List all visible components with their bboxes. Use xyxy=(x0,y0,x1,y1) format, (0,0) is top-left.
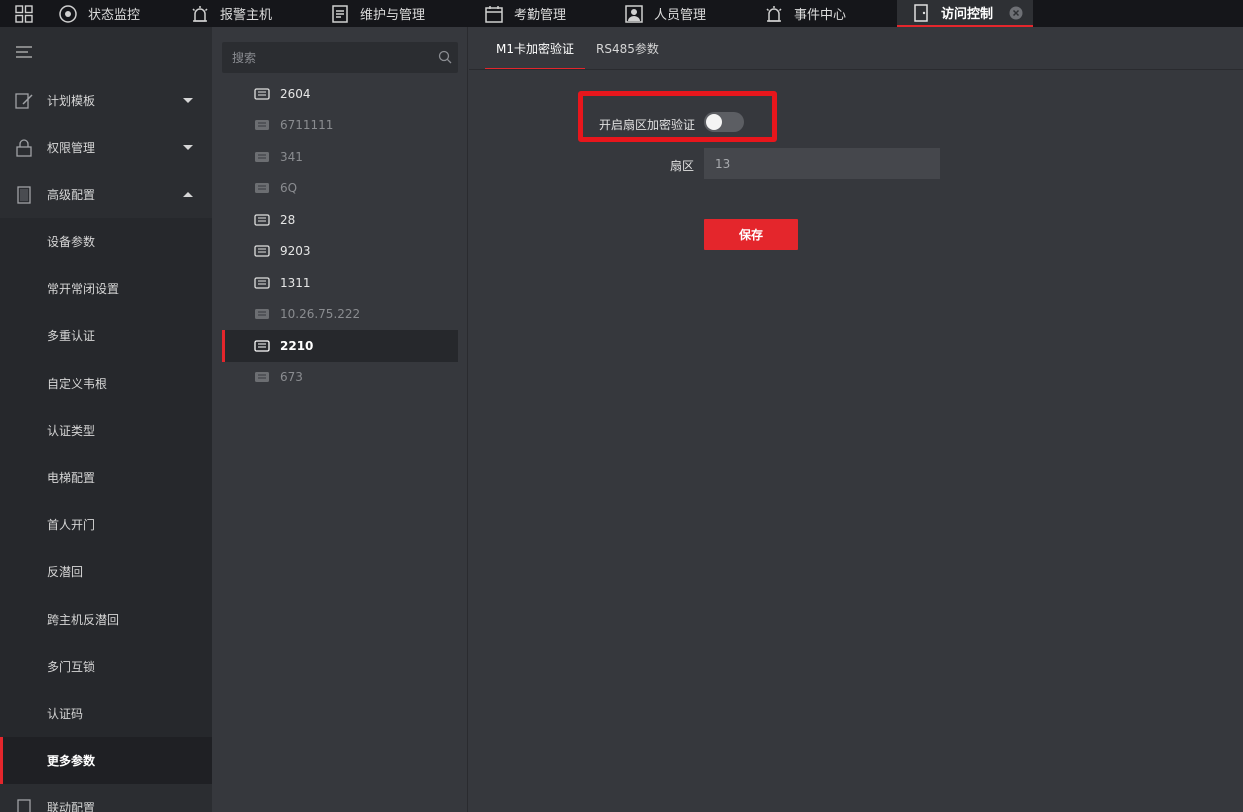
tab-label: 报警主机 xyxy=(220,8,273,23)
device-offline-icon xyxy=(254,151,270,163)
device-name: 28 xyxy=(280,212,296,227)
tab-label: 事件中心 xyxy=(794,8,847,23)
device-online-icon xyxy=(254,245,270,257)
tab-attendance[interactable]: 考勤管理 xyxy=(474,0,614,27)
tab-rs485-params[interactable]: RS485参数 xyxy=(585,27,670,70)
toggle-knob xyxy=(706,114,722,130)
sidebar-group-label: 联动配置 xyxy=(47,801,96,812)
sidebar-group-linkage-config[interactable]: 联动配置 xyxy=(0,784,212,812)
device-name: 2210 xyxy=(280,338,314,353)
tab-divider xyxy=(469,69,1243,70)
sidebar-item-more-params[interactable]: 更多参数 xyxy=(0,737,212,785)
device-item[interactable]: 341 xyxy=(222,141,458,173)
device-name: 6Q xyxy=(280,181,298,196)
edit-icon xyxy=(15,92,33,110)
device-item[interactable]: 6Q xyxy=(222,173,458,205)
device-offline-icon xyxy=(254,371,270,383)
tab-maintenance[interactable]: 维护与管理 xyxy=(320,0,474,27)
tab-label: 访问控制 xyxy=(941,7,994,22)
sidebar-item-multi-door-interlock[interactable]: 多门互锁 xyxy=(0,642,212,690)
tab-personnel[interactable]: 人员管理 xyxy=(614,0,754,27)
sector-input[interactable]: 13 xyxy=(704,148,940,179)
device-item[interactable]: 6711111 xyxy=(222,110,458,142)
device-name: 1311 xyxy=(280,275,311,290)
tab-access-control[interactable]: 访问控制 xyxy=(897,0,1033,27)
device-item-selected[interactable]: 2210 xyxy=(222,330,458,362)
device-name: 10.26.75.222 xyxy=(280,307,361,322)
top-navigation-bar: 状态监控 报警主机 维护与管理 考勤管理 人员管理 事件中心 访问控制 xyxy=(0,0,1243,27)
sidebar-item-normally-open-close[interactable]: 常开常闭设置 xyxy=(0,265,212,313)
sidebar-item-auth-code[interactable]: 认证码 xyxy=(0,689,212,738)
tab-alarm-host[interactable]: 报警主机 xyxy=(180,0,320,27)
search-icon[interactable] xyxy=(438,50,452,64)
device-name: 9203 xyxy=(280,244,311,259)
device-online-icon xyxy=(254,214,270,226)
device-item[interactable]: 10.26.75.222 xyxy=(222,299,458,331)
device-list-panel: 搜索 2604 6711111 341 6Q 28 9203 1311 10.2… xyxy=(212,27,468,812)
device-online-icon xyxy=(254,340,270,352)
alarm-icon xyxy=(190,4,210,24)
door-icon xyxy=(911,3,931,23)
sidebar-item-first-person-open[interactable]: 首人开门 xyxy=(0,501,212,549)
sidebar-group-label: 计划模板 xyxy=(47,94,96,108)
device-item[interactable]: 28 xyxy=(222,204,458,236)
device-online-icon xyxy=(254,277,270,289)
sidebar-item-multi-auth[interactable]: 多重认证 xyxy=(0,312,212,360)
sector-label: 扇区 xyxy=(670,159,695,173)
link-icon xyxy=(15,799,33,812)
monitor-icon xyxy=(58,4,78,24)
app-grid-icon[interactable] xyxy=(0,0,48,27)
sidebar-item-elevator-config[interactable]: 电梯配置 xyxy=(0,453,212,502)
device-online-icon xyxy=(254,88,270,100)
device-offline-icon xyxy=(254,308,270,320)
alarm-icon xyxy=(764,4,784,24)
device-list: 2604 6711111 341 6Q 28 9203 1311 10.26.7… xyxy=(222,78,458,393)
search-placeholder: 搜索 xyxy=(232,51,257,65)
tab-label: 考勤管理 xyxy=(514,8,567,23)
enable-sector-encryption-label: 开启扇区加密验证 xyxy=(599,118,696,132)
sub-tabs: M1卡加密验证 RS485参数 xyxy=(485,27,670,70)
sidebar-item-auth-type[interactable]: 认证类型 xyxy=(0,406,212,454)
sidebar-group-schedule-template[interactable]: 计划模板 xyxy=(0,77,212,124)
device-name: 673 xyxy=(280,370,303,385)
close-tab-icon[interactable] xyxy=(1009,6,1023,20)
sidebar: 计划模板 权限管理 高级配置 设备参数 常开常闭设置 多重认证 自定义韦根 认证… xyxy=(0,27,212,812)
person-icon xyxy=(624,4,644,24)
chevron-down-icon xyxy=(183,144,193,150)
device-item[interactable]: 2604 xyxy=(222,78,458,110)
chevron-down-icon xyxy=(183,97,193,103)
enable-sector-encryption-toggle[interactable] xyxy=(704,112,744,132)
sidebar-group-label: 高级配置 xyxy=(47,188,96,202)
main-content: M1卡加密验证 RS485参数 开启扇区加密验证 扇区 13 保存 xyxy=(469,27,1243,812)
tab-label: 人员管理 xyxy=(654,8,707,23)
device-search-input[interactable]: 搜索 xyxy=(222,42,458,73)
device-item[interactable]: 1311 xyxy=(222,267,458,299)
device-item[interactable]: 9203 xyxy=(222,236,458,268)
sidebar-group-advanced-config[interactable]: 高级配置 xyxy=(0,171,212,218)
tab-m1-card-encryption[interactable]: M1卡加密验证 xyxy=(485,27,585,70)
lock-icon xyxy=(15,138,33,157)
device-offline-icon xyxy=(254,182,270,194)
tab-status-monitor[interactable]: 状态监控 xyxy=(48,0,180,27)
device-offline-icon xyxy=(254,119,270,131)
sidebar-group-label: 权限管理 xyxy=(47,141,96,155)
device-name: 2604 xyxy=(280,86,311,101)
device-name: 6711111 xyxy=(280,118,334,133)
sidebar-group-permission[interactable]: 权限管理 xyxy=(0,124,212,171)
sidebar-item-anti-passback[interactable]: 反潜回 xyxy=(0,548,212,596)
tab-label: 状态监控 xyxy=(88,8,141,23)
calendar-icon xyxy=(484,4,504,24)
chevron-up-icon xyxy=(183,191,193,197)
save-button[interactable]: 保存 xyxy=(704,219,798,250)
device-item[interactable]: 673 xyxy=(222,362,458,394)
device-name: 341 xyxy=(280,149,303,164)
sidebar-item-custom-wiegand[interactable]: 自定义韦根 xyxy=(0,359,212,407)
config-icon xyxy=(15,185,33,204)
sidebar-item-cross-host-anti-passback[interactable]: 跨主机反潜回 xyxy=(0,595,212,643)
menu-toggle-icon[interactable] xyxy=(0,27,212,77)
tab-event-center[interactable]: 事件中心 xyxy=(754,0,897,27)
sidebar-item-device-params[interactable]: 设备参数 xyxy=(0,218,212,266)
tab-label: 维护与管理 xyxy=(360,8,426,23)
maintenance-icon xyxy=(330,4,350,24)
